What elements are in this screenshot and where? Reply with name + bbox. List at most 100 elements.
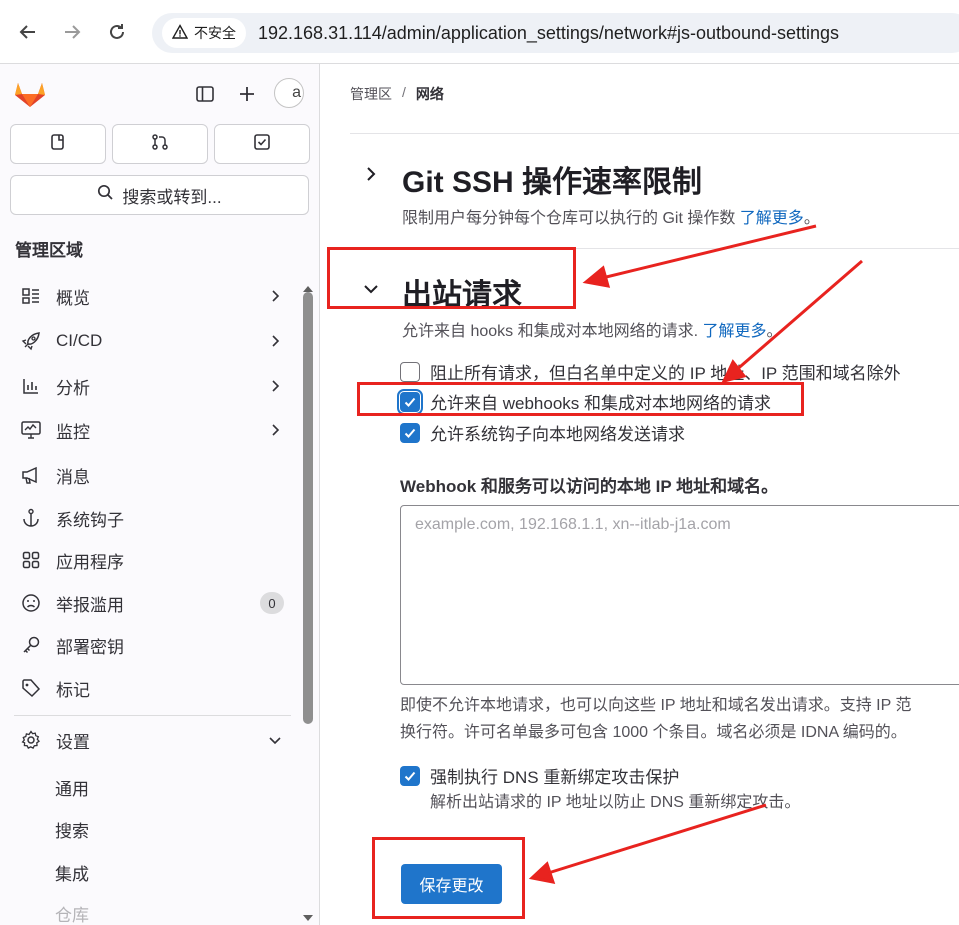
sidebar-header: a — [0, 64, 319, 124]
sidebar-scrollbar[interactable] — [303, 292, 313, 724]
dns-rebinding-help: 解析出站请求的 IP 地址以防止 DNS 重新绑定攻击。 — [430, 794, 801, 811]
key-icon — [18, 632, 44, 658]
security-indicator[interactable]: 不安全 — [162, 18, 246, 48]
sidebar-item-label: 监控 — [56, 422, 90, 442]
abuse-icon — [18, 590, 44, 616]
breadcrumb-parent[interactable]: 管理区 — [350, 84, 392, 104]
abuse-count-badge: 0 — [260, 592, 284, 614]
check-icon — [404, 428, 416, 438]
git-ssh-section-description: 限制用户每分钟每个仓库可以执行的 Git 操作数 了解更多。 — [402, 204, 820, 228]
search-icon — [97, 184, 114, 206]
sidebar-toggle-icon[interactable] — [193, 82, 217, 106]
sidebar-item-cicd[interactable]: CI/CD — [10, 321, 292, 361]
check-icon — [404, 771, 416, 781]
sidebar-item-overview[interactable]: 概览 — [10, 276, 292, 316]
todos-button[interactable] — [214, 124, 310, 164]
issues-icon — [49, 133, 67, 156]
breadcrumb-current[interactable]: 网络 — [416, 84, 444, 104]
monitor-icon — [18, 417, 44, 443]
anchor-icon — [18, 505, 44, 531]
expand-chevron-right-icon[interactable] — [362, 165, 380, 188]
dns-rebinding-checkbox[interactable] — [400, 765, 420, 786]
annotation-box-save — [372, 837, 525, 919]
allow-system-hooks-label: 允许系统钩子向本地网络发送请求 — [430, 425, 685, 444]
section-divider — [350, 133, 959, 134]
issues-button[interactable] — [10, 124, 106, 164]
search-button[interactable]: 搜索或转到... — [10, 175, 309, 215]
sidebar-item-label: 消息 — [56, 467, 90, 487]
settings-sub-item-general[interactable]: 通用 — [55, 775, 89, 800]
allowlist-label: Webhook 和服务可以访问的本地 IP 地址和域名。 — [400, 477, 779, 496]
breadcrumb-separator: / — [402, 84, 406, 100]
git-ssh-learn-more-link[interactable]: 了解更多 — [740, 210, 804, 227]
sidebar-item-label: 系统钩子 — [56, 510, 124, 530]
allowlist-help-line-1: 即使不允许本地请求，也可以向这些 IP 地址和域名发出请求。支持 IP 范 — [400, 697, 912, 714]
plus-icon[interactable] — [235, 82, 259, 106]
allowlist-placeholder: example.com, 192.168.1.1, xn--itlab-j1a.… — [415, 516, 731, 533]
allowlist-textarea[interactable]: example.com, 192.168.1.1, xn--itlab-j1a.… — [400, 505, 959, 685]
sidebar-item-label: 设置 — [56, 732, 90, 752]
outbound-learn-more-link[interactable]: 了解更多 — [703, 323, 767, 340]
settings-sub-item-search[interactable]: 搜索 — [55, 817, 89, 842]
sidebar: a 搜索或转到... 管理区域 概览 CI/CD 分析 监控 消息 系统钩子 应… — [0, 64, 320, 925]
warning-icon — [171, 23, 189, 43]
back-icon[interactable] — [14, 18, 42, 46]
reload-icon[interactable] — [103, 18, 131, 46]
scroll-up-icon[interactable] — [302, 280, 314, 292]
main-content: 管理区 / 网络 Git SSH 操作速率限制 限制用户每分钟每个仓库可以执行的… — [320, 64, 959, 925]
merge-requests-button[interactable] — [112, 124, 208, 164]
browser-toolbar: 不安全 192.168.31.114/admin/application_set… — [0, 0, 959, 64]
sidebar-item-analytics[interactable]: 分析 — [10, 366, 292, 406]
allowlist-help-line-2: 换行符。许可名单最多可包含 1000 个条目。域名必须是 IDNA 编码的。 — [400, 724, 907, 741]
scroll-down-icon[interactable] — [302, 909, 314, 921]
security-label: 不安全 — [194, 25, 236, 41]
admin-area-title: 管理区域 — [15, 241, 83, 260]
block-all-requests-label: 阻止所有请求，但白名单中定义的 IP 地址、IP 范围和域名除外 — [430, 364, 901, 383]
sidebar-item-deploy-keys[interactable]: 部署密钥 — [10, 625, 292, 665]
sidebar-item-label: CI/CD — [56, 331, 103, 350]
url-text[interactable]: 192.168.31.114/admin/application_setting… — [258, 23, 839, 44]
chevron-right-icon — [268, 422, 282, 442]
apps-icon — [18, 547, 44, 573]
sidebar-item-settings[interactable]: 设置 — [10, 720, 292, 760]
settings-sub-item-integrations[interactable]: 集成 — [55, 860, 89, 885]
git-ssh-section-title[interactable]: Git SSH 操作速率限制 — [402, 157, 702, 201]
sidebar-item-label: 部署密钥 — [56, 637, 124, 657]
allowlist-help-text: 即使不允许本地请求，也可以向这些 IP 地址和域名发出请求。支持 IP 范 换行… — [400, 692, 911, 746]
allow-system-hooks-checkbox[interactable] — [400, 422, 420, 443]
avatar[interactable]: a — [274, 78, 304, 108]
address-bar[interactable]: 不安全 192.168.31.114/admin/application_set… — [152, 13, 959, 53]
outbound-suffix: 。 — [766, 323, 783, 340]
chevron-down-icon — [268, 732, 282, 752]
dns-rebinding-label: 强制执行 DNS 重新绑定攻击保护 — [430, 768, 680, 787]
sidebar-item-label: 应用程序 — [56, 552, 124, 572]
annotation-box-title — [327, 247, 576, 309]
forward-icon[interactable] — [58, 18, 86, 46]
megaphone-icon — [18, 462, 44, 488]
breadcrumb: 管理区 / 网络 — [350, 84, 444, 104]
chevron-right-icon — [268, 288, 282, 308]
block-all-requests-checkbox[interactable] — [400, 361, 420, 382]
todo-check-icon — [253, 133, 271, 156]
sidebar-item-messages[interactable]: 消息 — [10, 455, 292, 495]
merge-request-icon — [151, 133, 169, 156]
gear-icon — [18, 727, 44, 753]
chevron-right-icon — [268, 333, 282, 353]
sidebar-item-labels[interactable]: 标记 — [10, 668, 292, 708]
gitlab-logo-icon[interactable] — [14, 78, 46, 113]
dns-rebinding-option[interactable]: 强制执行 DNS 重新绑定攻击保护 — [400, 763, 679, 788]
git-ssh-description-text: 限制用户每分钟每个仓库可以执行的 Git 操作数 — [402, 210, 736, 227]
sidebar-item-monitoring[interactable]: 监控 — [10, 410, 292, 450]
sidebar-item-label: 概览 — [56, 288, 90, 308]
sidebar-item-label: 举报滥用 — [56, 595, 124, 615]
search-label: 搜索或转到... — [122, 187, 222, 207]
block-all-requests-option[interactable]: 阻止所有请求，但白名单中定义的 IP 地址、IP 范围和域名除外 — [400, 359, 901, 384]
settings-sub-item-repository[interactable]: 仓库 — [55, 901, 89, 925]
sidebar-item-label: 分析 — [56, 378, 90, 398]
allow-system-hooks-option[interactable]: 允许系统钩子向本地网络发送请求 — [400, 420, 685, 445]
sidebar-item-label: 标记 — [56, 680, 90, 700]
sidebar-item-system-hooks[interactable]: 系统钩子 — [10, 498, 292, 538]
sidebar-item-applications[interactable]: 应用程序 — [10, 540, 292, 580]
sidebar-item-abuse-reports[interactable]: 举报滥用 0 — [10, 583, 292, 623]
outbound-section-description: 允许来自 hooks 和集成对本地网络的请求. 了解更多。 — [402, 317, 783, 341]
